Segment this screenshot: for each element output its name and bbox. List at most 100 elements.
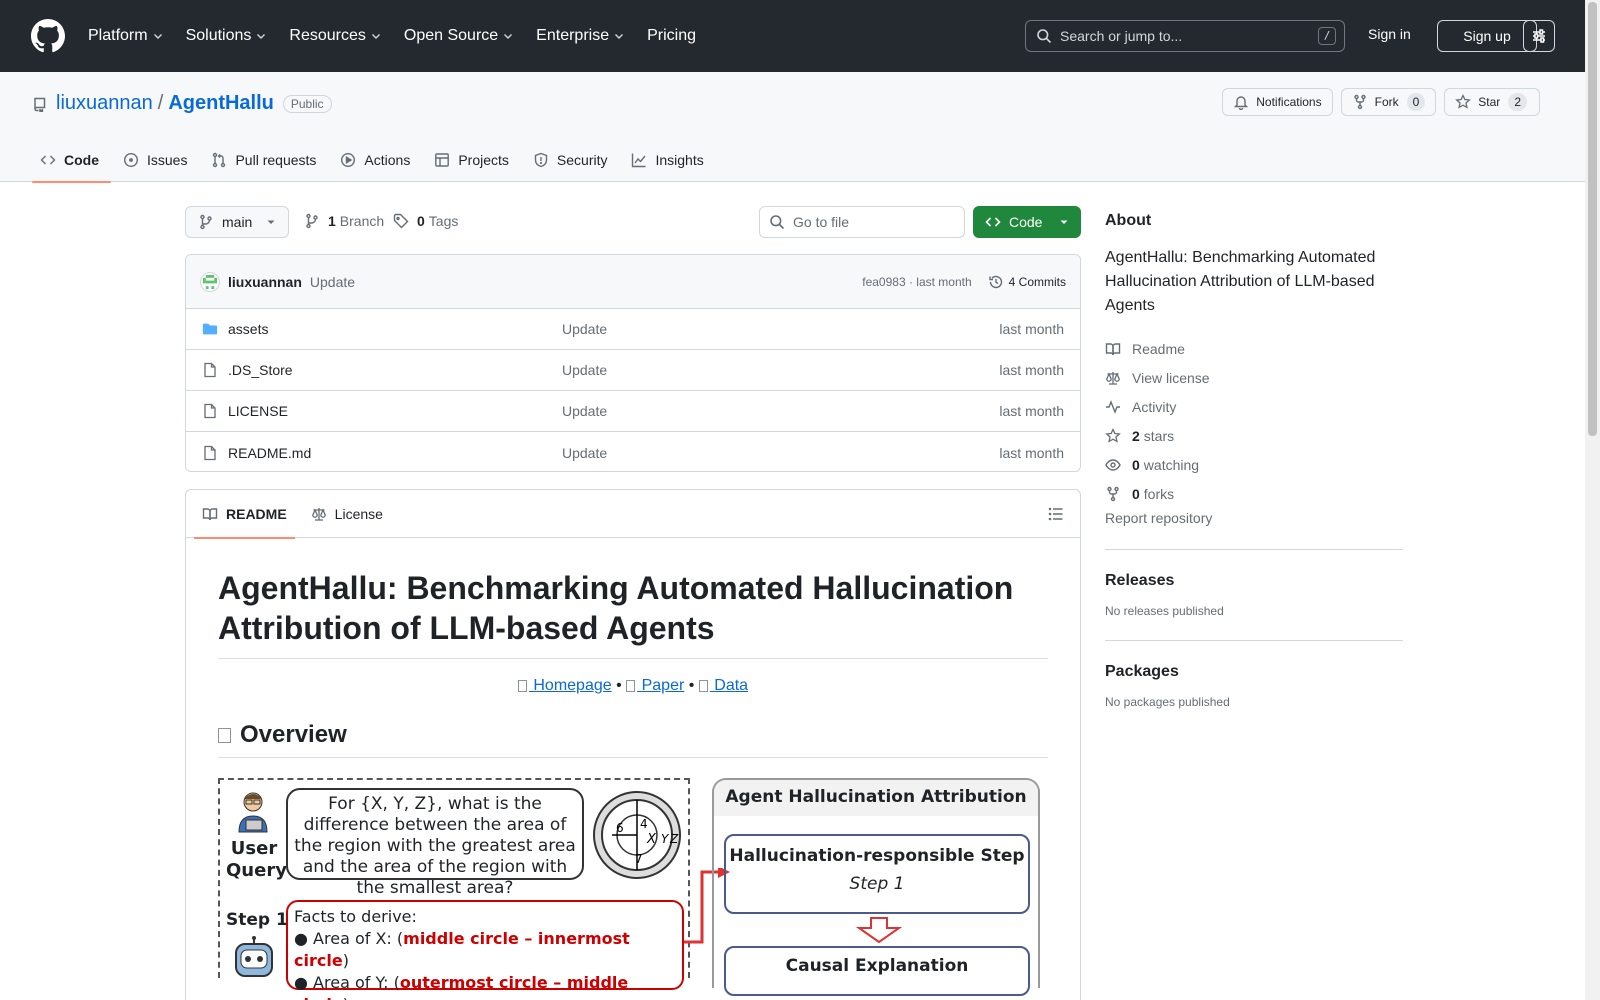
scrollbar-thumb[interactable] [1588, 2, 1597, 436]
repo-name-link[interactable]: AgentHallu [168, 92, 274, 115]
homepage-link-label: Homepage [533, 677, 612, 694]
file-commit-time: last month [999, 362, 1064, 378]
label-4: 4 [640, 817, 648, 831]
commit-hash-time[interactable]: fea0983 · last month [862, 275, 971, 289]
label-6: 6 [616, 821, 624, 835]
down-arrow-icon [855, 917, 903, 944]
file-name-link[interactable]: LICENSE [228, 403, 562, 419]
fork-button[interactable]: Fork 0 [1340, 88, 1437, 116]
play-icon [341, 152, 356, 168]
about-heading: About [1105, 212, 1152, 229]
readme-title: AgentHallu: Benchmarking Automated Hallu… [218, 568, 1048, 659]
nav-item-label: Resources [289, 27, 366, 44]
search-icon [770, 215, 785, 230]
readme-link[interactable]: Readme [1105, 334, 1403, 363]
tab-projects[interactable]: Projects [426, 138, 521, 182]
code-icon [40, 155, 56, 165]
nav-item-label: Enterprise [536, 27, 610, 44]
license-link[interactable]: View license [1105, 363, 1403, 392]
tab-readme-label: README [226, 505, 287, 522]
tab-readme[interactable]: README [194, 490, 295, 539]
file-commit-message[interactable]: Update [562, 403, 607, 419]
file-commit-message[interactable]: Update [562, 321, 607, 337]
forks-link[interactable]: 0 forks [1105, 479, 1403, 508]
stars-label: stars [1143, 427, 1175, 444]
homepage-link[interactable]: Homepage [517, 677, 612, 694]
paper-link[interactable]: Paper [626, 677, 684, 694]
file-commit-message[interactable]: Update [562, 362, 607, 378]
watching-label: watching [1143, 456, 1200, 473]
repo-owner-link[interactable]: liuxuannan [56, 92, 153, 115]
branch-select-button[interactable]: main [185, 206, 289, 238]
branches-link[interactable]: 1 Branch [304, 213, 384, 229]
nav-item-label: Open Source [403, 27, 499, 44]
nav-item-pricing[interactable]: Pricing [647, 27, 696, 45]
readme-panel: README License AgentHallu: Benchmarking … [185, 489, 1081, 1000]
table-row: LICENSE Update last month [186, 391, 1080, 432]
activity-link[interactable]: Activity [1105, 392, 1403, 421]
file-commit-message[interactable]: Update [562, 445, 607, 461]
nav-item-platform[interactable]: Platform [88, 27, 164, 45]
data-link[interactable]: Data [698, 677, 748, 694]
file-name-link[interactable]: README.md [228, 445, 562, 461]
user-query-bubble: For {X, Y, Z}, what is the difference be… [286, 788, 584, 898]
packages-section: Packages No packages published [1105, 640, 1403, 709]
file-name-link[interactable]: .DS_Store [228, 362, 562, 378]
github-logo-icon[interactable] [31, 19, 65, 53]
overview-figure: User Query For {X, Y, Z}, what is the di… [218, 778, 1040, 1000]
packages-empty-text: No packages published [1105, 695, 1230, 709]
notifications-label: Notifications [1256, 95, 1322, 109]
sign-in-link[interactable]: Sign in [1368, 26, 1411, 42]
file-name-link[interactable]: assets [228, 321, 562, 337]
nav-item-enterprise[interactable]: Enterprise [536, 27, 625, 45]
readme-tabs: README License [186, 490, 1080, 539]
branch-icon [200, 214, 212, 230]
settings-menu-button[interactable] [1523, 20, 1555, 52]
avatar[interactable] [200, 271, 220, 292]
tags-link[interactable]: 0 Tags [393, 213, 458, 229]
tab-insights[interactable]: Insights [623, 138, 715, 182]
fact-area-y-suffix: ) [343, 995, 349, 1000]
go-to-file-input[interactable]: Go to file [759, 206, 965, 238]
list-icon[interactable] [1048, 506, 1064, 522]
forks-label: forks [1143, 485, 1175, 502]
emoji-placeholder-icon [698, 679, 708, 692]
global-search-input[interactable]: Search or jump to... / [1025, 20, 1345, 52]
fact-area-x-suffix: ) [342, 951, 349, 970]
tab-license[interactable]: License [303, 490, 391, 538]
nav-item-open-source[interactable]: Open Source [404, 27, 514, 45]
tab-security[interactable]: Security [525, 138, 620, 182]
tab-issues[interactable]: Issues [115, 138, 199, 182]
report-repository-link[interactable]: Report repository [1105, 510, 1403, 526]
tab-pull-requests[interactable]: Pull requests [203, 138, 328, 182]
pulse-icon [1106, 399, 1120, 414]
stars-link[interactable]: 2 stars [1105, 421, 1403, 450]
fork-icon [1353, 94, 1366, 110]
sign-up-button[interactable]: Sign up [1437, 20, 1537, 52]
nav-item-resources[interactable]: Resources [289, 27, 381, 45]
notifications-button[interactable]: Notifications [1222, 88, 1333, 116]
book-icon [1105, 342, 1121, 355]
star-label: Star [1478, 95, 1501, 109]
tab-code[interactable]: Code [32, 138, 111, 183]
watching-link[interactable]: 0 watching [1105, 450, 1403, 479]
page-scrollbar[interactable] [1585, 0, 1600, 1000]
releases-heading[interactable]: Releases [1105, 572, 1403, 590]
responsible-step-box: Hallucination-responsible Step Step 1 [724, 834, 1030, 914]
about-section: About AgentHallu: Benchmarking Automated… [1105, 212, 1403, 526]
packages-heading[interactable]: Packages [1105, 663, 1403, 681]
chevron-down-icon [615, 34, 624, 39]
commit-message-link[interactable]: Update [310, 274, 355, 290]
nav-item-solutions[interactable]: Solutions [186, 27, 268, 45]
star-button[interactable]: Star 2 [1444, 88, 1540, 116]
commits-history-link[interactable]: 4 Commits [988, 274, 1066, 290]
search-placeholder: Search or jump to... [1060, 28, 1183, 44]
overview-heading-text: Overview [240, 721, 347, 748]
global-nav: Platform Solutions Resources Open Source Ent… [88, 0, 718, 72]
tab-label: Actions [364, 152, 411, 168]
tab-actions[interactable]: Actions [332, 138, 422, 182]
sliders-icon [1533, 29, 1545, 43]
code-dropdown-button[interactable]: Code [973, 206, 1081, 238]
nav-item-label: Solutions [185, 27, 252, 44]
commit-author-link[interactable]: liuxuannan [228, 274, 302, 290]
